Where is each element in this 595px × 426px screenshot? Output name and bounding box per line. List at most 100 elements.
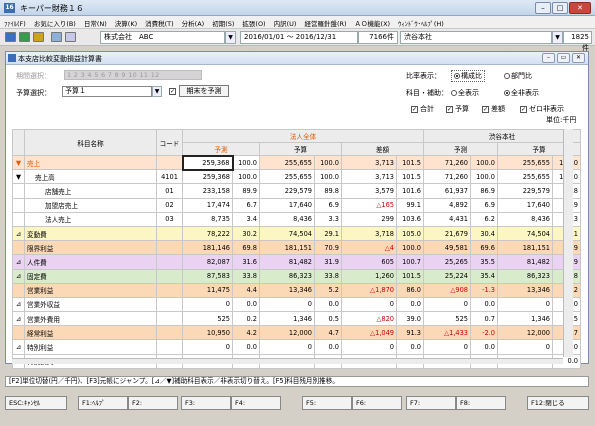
zero-hide-checkbox[interactable]: ✓ ゼロ非表示 bbox=[520, 104, 564, 114]
fkey-esc-button[interactable]: ESC:ｷｬﾝｾﾙ bbox=[5, 396, 67, 410]
menu-initial[interactable]: 初期(S) bbox=[208, 16, 238, 28]
branch-field[interactable]: 渋谷本社 bbox=[400, 31, 552, 44]
table-row[interactable]: ⊿特別利益00.000.000.000.000.0 bbox=[12, 339, 581, 355]
header-row: 科目名称 コード 法人全体 渋谷本社 bbox=[12, 129, 581, 156]
row-toggle-icon[interactable]: ▼ bbox=[12, 169, 25, 185]
menu-analysis[interactable]: 分析(A) bbox=[178, 16, 209, 28]
report-minimize-button[interactable]: – bbox=[542, 53, 555, 63]
row-toggle-icon[interactable]: ⊿ bbox=[12, 254, 25, 270]
menu-daily[interactable]: 日常(N) bbox=[80, 16, 111, 28]
company-field[interactable]: 株式会社 ABC bbox=[100, 31, 225, 44]
table-row[interactable]: 店舗売上 01 233,158 89.9 229,579 89.8 3,579 101.6 61… bbox=[12, 183, 581, 199]
table-row[interactable]: 営業利益 11,475 4.4 13,346 5.2 △1,870 86.0 △908 -1.3… bbox=[12, 282, 581, 298]
row-toggle-icon[interactable]: ⊿ bbox=[12, 225, 25, 242]
fkey-f2-button[interactable]: F2: bbox=[128, 396, 178, 410]
company-dropdown-icon[interactable]: ▼ bbox=[225, 31, 236, 44]
checkbox-icon: ✓ bbox=[411, 105, 418, 113]
row-value-cell: 4.2 bbox=[232, 325, 260, 341]
fkey-f4-button[interactable]: F4: bbox=[231, 396, 281, 410]
period-label: 期間選択： bbox=[16, 72, 51, 80]
row-value-cell: 10,950 bbox=[182, 325, 233, 341]
row-subject-name: 店舗売上 bbox=[24, 183, 157, 199]
fkey-f8-button[interactable]: F8: bbox=[456, 396, 506, 410]
row-toggle-icon[interactable]: ▼ bbox=[12, 154, 25, 171]
row-value-cell: 89.9 bbox=[232, 183, 260, 199]
fkey-f1-button[interactable]: F1:ﾍﾙﾌﾟ bbox=[78, 396, 128, 410]
row-value-cell: 8,436 bbox=[259, 211, 315, 227]
table-row[interactable]: ⊿営業外費用5250.21,3460.5△82039.05250.71,3460… bbox=[12, 311, 581, 327]
menu-favorites[interactable]: お気に入り(B) bbox=[30, 16, 80, 28]
minimize-button[interactable]: – bbox=[535, 2, 551, 14]
horizontal-scrollbar[interactable] bbox=[12, 358, 563, 364]
fkey-f7-button[interactable]: F7: bbox=[406, 396, 456, 410]
row-value-cell: 0 bbox=[423, 296, 471, 313]
save-icon[interactable] bbox=[5, 32, 16, 42]
row-toggle-icon[interactable] bbox=[12, 183, 25, 199]
table-row[interactable]: ⊿営業外収益00.000.000.000.000.0 bbox=[12, 296, 581, 313]
forecast-button[interactable]: 期末を予測 bbox=[179, 85, 229, 97]
row-toggle-icon[interactable] bbox=[12, 325, 25, 341]
total-checkbox[interactable]: ✓ 合計 bbox=[411, 104, 434, 114]
fkey-f5-button[interactable]: F5: bbox=[302, 396, 352, 410]
report-close-button[interactable]: ✕ bbox=[572, 53, 585, 63]
diff-checkbox[interactable]: ✓ 差額 bbox=[482, 104, 505, 114]
menu-extension[interactable]: 拡張(O) bbox=[238, 16, 269, 28]
row-toggle-icon[interactable]: ⊿ bbox=[12, 339, 25, 355]
fkey-f6-button[interactable]: F6: bbox=[352, 396, 402, 410]
radio-icon bbox=[451, 90, 457, 96]
budget-checkbox[interactable]: ✓ bbox=[169, 88, 176, 95]
row-toggle-icon[interactable] bbox=[12, 197, 25, 213]
radio-icon bbox=[454, 73, 460, 79]
table-row[interactable]: ⊿ 固定費 87,583 33.8 86,323 33.8 1,260 101.5 25,224… bbox=[12, 268, 581, 284]
fkey-f3-button[interactable]: F3: bbox=[181, 396, 231, 410]
vertical-scrollbar[interactable] bbox=[563, 129, 573, 357]
open-icon[interactable] bbox=[33, 32, 44, 42]
table-row[interactable]: 経常利益 10,950 4.2 12,000 4.7 △1,049 91.3 △1,433 -2… bbox=[12, 325, 581, 341]
close-button[interactable]: ✕ bbox=[569, 2, 591, 14]
budget-show-checkbox[interactable]: ✓ 予算 bbox=[446, 104, 469, 114]
period-field[interactable]: 2016/01/01 〜 2016/12/31 bbox=[240, 31, 358, 44]
row-toggle-icon[interactable]: ⊿ bbox=[12, 296, 25, 313]
table-row[interactable]: 限界利益 181,146 69.8 181,151 70.9 △4 100.0 49,581 6… bbox=[12, 240, 581, 256]
table-row[interactable]: 法人売上 03 8,735 3.4 8,436 3.3 299 103.6 4,431 6.2 8,… bbox=[12, 211, 581, 227]
row-value-cell: 0 bbox=[259, 296, 315, 313]
row-value-cell: 30.2 bbox=[232, 225, 260, 242]
table-row[interactable]: ⊿ 変動費 78,222 30.2 74,504 29.1 3,718 105.0 21,679… bbox=[12, 225, 581, 242]
row-value-cell: 99.1 bbox=[396, 197, 424, 213]
budget-select[interactable]: 予算１ bbox=[62, 86, 152, 97]
report-restore-button[interactable]: ▭ bbox=[557, 53, 570, 63]
menu-file[interactable]: ﾌｧｲﾙ(F) bbox=[0, 16, 30, 28]
settings-icon[interactable] bbox=[65, 32, 76, 42]
row-toggle-icon[interactable] bbox=[12, 282, 25, 298]
row-value-cell: 21,679 bbox=[423, 225, 471, 242]
subject-show-all-radio[interactable]: 全表示 bbox=[451, 88, 479, 98]
menu-closing[interactable]: 決算(K) bbox=[111, 16, 141, 28]
period-month-selector[interactable]: 1 2 3 4 5 6 7 8 9 10 11 12 bbox=[64, 70, 202, 80]
menu-window-help[interactable]: ｳｨﾝﾄﾞｳ･ﾍﾙﾌﾟ(H) bbox=[394, 16, 448, 28]
menu-compass[interactable]: 経営羅針盤(R) bbox=[300, 16, 350, 28]
table-row[interactable]: ▼ 売上高 4101 259,368 100.0 255,655 100.0 3,713 101… bbox=[12, 169, 581, 185]
budget-dropdown-icon[interactable]: ▼ bbox=[152, 86, 162, 97]
row-value-cell: 3.3 bbox=[314, 211, 342, 227]
print-icon[interactable] bbox=[19, 32, 30, 42]
ratio-composition-radio[interactable]: 構成比 bbox=[451, 70, 485, 82]
row-subject-name: 営業利益 bbox=[24, 282, 157, 298]
row-toggle-icon[interactable]: ⊿ bbox=[12, 268, 25, 284]
subject-hide-all-radio[interactable]: 全非表示 bbox=[504, 88, 539, 98]
menu-tax[interactable]: 消費税(T) bbox=[141, 16, 178, 28]
table-row[interactable]: ⊿ 人件費 82,087 31.6 81,482 31.9 605 100.7 25,265 35… bbox=[12, 254, 581, 270]
header-mark bbox=[12, 129, 25, 156]
search-icon[interactable] bbox=[51, 32, 62, 42]
menu-ao[interactable]: ＡＯ機能(X) bbox=[351, 16, 395, 28]
menu-details[interactable]: 内訳(U) bbox=[270, 16, 301, 28]
fkey-f12-button[interactable]: F12:閉じる bbox=[527, 396, 589, 410]
row-toggle-icon[interactable] bbox=[12, 211, 25, 227]
row-subject-name: 加盟店売上 bbox=[24, 197, 157, 213]
row-toggle-icon[interactable] bbox=[12, 240, 25, 256]
ratio-department-radio[interactable]: 部門比 bbox=[504, 71, 532, 81]
branch-dropdown-icon[interactable]: ▼ bbox=[552, 31, 563, 44]
table-row[interactable]: ▼ 売上 259,368 100.0 255,655 100.0 3,713 101.5 71,… bbox=[12, 154, 581, 171]
table-row[interactable]: 加盟店売上 02 17,474 6.7 17,640 6.9 △165 99.1 4,892 6.… bbox=[12, 197, 581, 213]
row-toggle-icon[interactable]: ⊿ bbox=[12, 311, 25, 327]
maximize-button[interactable]: □ bbox=[552, 2, 568, 14]
